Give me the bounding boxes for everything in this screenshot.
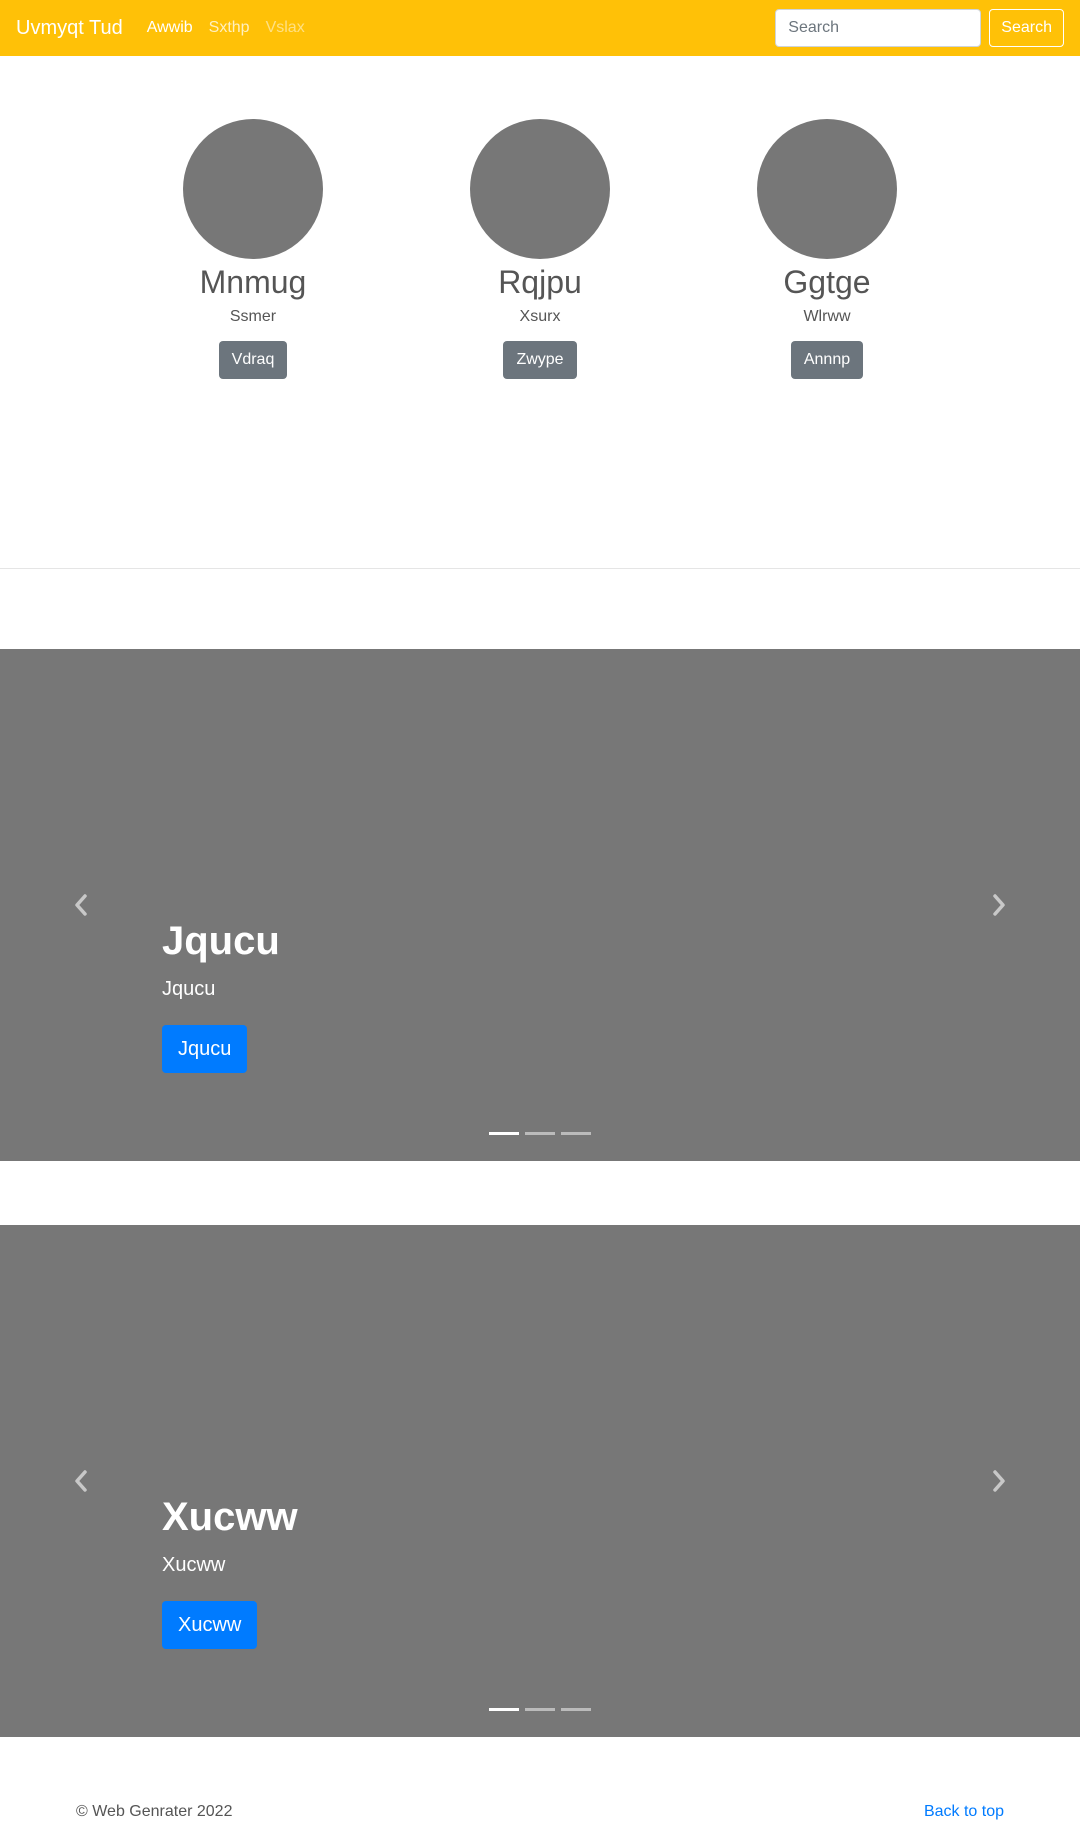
carousel-cta-button[interactable]: Xucww xyxy=(162,1601,258,1649)
copyright-text: © Web Genrater 2022 xyxy=(76,1803,233,1820)
carousel-indicator[interactable] xyxy=(489,1708,519,1711)
navbar-brand[interactable]: Uvmyqt Tud xyxy=(16,18,123,38)
carousel-1: Jqucu Jqucu Jqucu xyxy=(0,649,1080,1161)
person-button[interactable]: Annnp xyxy=(790,341,864,380)
carousel-indicator[interactable] xyxy=(489,1132,519,1135)
avatar xyxy=(470,119,610,259)
carousel-caption: Xucww Xucww Xucww xyxy=(162,1493,298,1649)
carousel-prev-button[interactable] xyxy=(61,885,101,925)
carousel-next-button[interactable] xyxy=(979,885,1019,925)
back-to-top-link[interactable]: Back to top xyxy=(924,1803,1004,1821)
search-input[interactable] xyxy=(775,9,982,47)
footer: © Web Genrater 2022 Back to top xyxy=(0,1800,1080,1824)
person-subtitle: Ssmer xyxy=(229,308,277,326)
search-button[interactable]: Search xyxy=(989,9,1064,47)
person-name: Ggtge xyxy=(783,264,871,300)
person-name: Mnmug xyxy=(199,264,307,300)
carousel-title: Xucww xyxy=(162,1495,298,1539)
nav-link-awwib[interactable]: Awwib xyxy=(147,19,193,37)
carousel-2: Xucww Xucww Xucww xyxy=(0,1225,1080,1737)
chevron-left-icon xyxy=(75,894,87,916)
person-button[interactable]: Vdraq xyxy=(218,341,288,380)
section-divider xyxy=(0,568,1080,569)
carousel-prev-button[interactable] xyxy=(61,1461,101,1501)
carousel-text: Xucww xyxy=(162,1554,226,1576)
carousel-indicators xyxy=(489,1708,591,1711)
person-card: Rqjpu Xsurx Zwype xyxy=(420,119,660,380)
carousel-caption: Jqucu Jqucu Jqucu xyxy=(162,917,280,1073)
chevron-right-icon xyxy=(993,894,1005,916)
person-button[interactable]: Zwype xyxy=(503,341,577,380)
navbar: Uvmyqt Tud Awwib Sxthp Vslax Search xyxy=(0,0,1080,56)
carousel-indicator[interactable] xyxy=(561,1708,591,1711)
chevron-right-icon xyxy=(993,1470,1005,1492)
avatar xyxy=(183,119,323,259)
nav-links: Awwib Sxthp Vslax xyxy=(147,19,305,37)
person-subtitle: Xsurx xyxy=(519,308,561,326)
carousel-indicator[interactable] xyxy=(525,1708,555,1711)
person-subtitle: Wlrww xyxy=(803,308,851,326)
carousel-indicator[interactable] xyxy=(525,1132,555,1135)
carousel-title: Jqucu xyxy=(162,919,280,963)
chevron-left-icon xyxy=(75,1470,87,1492)
nav-link-vslax[interactable]: Vslax xyxy=(266,19,305,37)
carousel-next-button[interactable] xyxy=(979,1461,1019,1501)
avatar xyxy=(757,119,897,259)
person-name: Rqjpu xyxy=(498,264,582,300)
person-card: Ggtge Wlrww Annnp xyxy=(707,119,947,380)
carousel-indicator[interactable] xyxy=(561,1132,591,1135)
nav-link-sxthp[interactable]: Sxthp xyxy=(209,19,250,37)
carousel-cta-button[interactable]: Jqucu xyxy=(162,1025,248,1073)
person-card: Mnmug Ssmer Vdraq xyxy=(133,119,373,380)
carousel-indicators xyxy=(489,1132,591,1135)
search-form: Search xyxy=(775,9,1064,47)
carousel-text: Jqucu xyxy=(162,978,216,1000)
